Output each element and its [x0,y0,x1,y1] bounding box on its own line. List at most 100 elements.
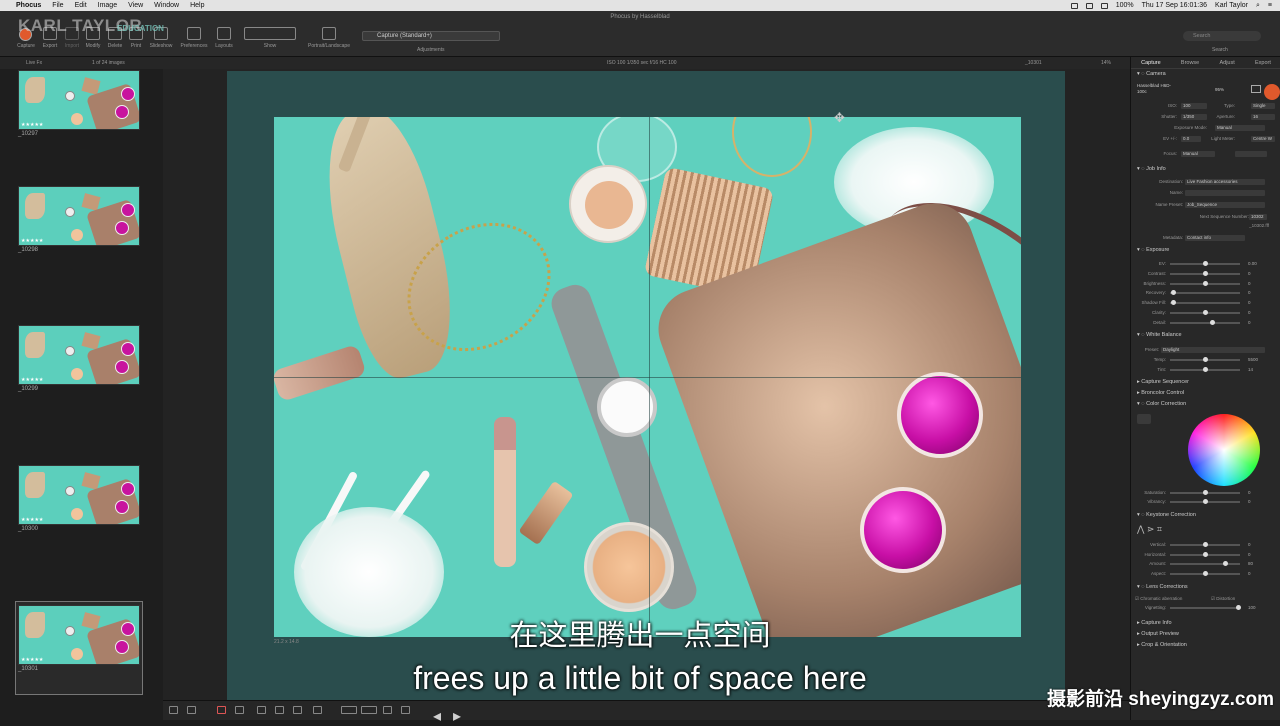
grid-icon[interactable] [383,706,392,714]
capture-shutter-button[interactable] [1264,84,1280,100]
slider-row[interactable]: Amount: 80 [1149,561,1260,567]
slider-value[interactable]: 0.00 [1248,261,1257,266]
focus-field[interactable]: Manual [1181,151,1215,157]
next-seq-field[interactable]: 10302 [1249,214,1267,220]
section-capture-sequencer[interactable]: ▸ Capture Sequencer [1137,379,1189,385]
user-name[interactable]: Karl Taylor [1215,2,1248,9]
hand-tool-icon[interactable] [293,706,302,714]
section-camera[interactable]: ▾ ◌ Camera [1137,71,1166,77]
crop-tool-icon[interactable] [217,706,226,714]
layout-icon[interactable] [169,706,178,714]
slider-track[interactable] [1170,302,1240,305]
slider-value[interactable]: 0 [1248,271,1251,276]
slider-knob[interactable] [1203,280,1208,286]
slider-row[interactable]: Temp: 5500 [1154,357,1260,363]
slider-row[interactable]: Vibrancy: 0 [1147,499,1260,505]
tab-adjust[interactable]: Adjust [1219,60,1234,66]
slider-track[interactable] [1170,292,1240,295]
section-exposure[interactable]: ▾ ◌ Exposure [1137,247,1169,253]
image-viewer[interactable]: 21.2 x 14.8 [163,69,1130,700]
slider-knob[interactable] [1203,357,1208,362]
single-view-icon[interactable] [187,706,196,714]
show-button[interactable]: Show [244,27,296,49]
slider-track[interactable] [1170,321,1240,324]
slider-row[interactable]: EV: 0.00 [1159,261,1260,267]
slider-row[interactable]: Tint: 14 [1157,367,1260,373]
distortion-checkbox[interactable]: ☑ Distortion [1211,596,1235,602]
lasso-icon[interactable] [275,706,284,714]
slider-row[interactable]: Vignetting: 100 [1145,605,1260,611]
light-meter-field[interactable]: Centre W [1251,136,1275,142]
clock[interactable]: Thu 17 Sep 16:01:36 [1142,2,1207,9]
volume-icon[interactable] [1100,2,1108,9]
compare-icon[interactable] [341,706,357,714]
slider-value[interactable]: 80 [1248,561,1253,566]
chromatic-checkbox[interactable]: ☑ Chromatic aberration [1135,596,1182,602]
histogram-icon[interactable] [401,706,410,714]
ev-field[interactable]: 0.0 [1181,136,1201,142]
thumbnail[interactable]: ★★★★★ [18,70,140,130]
section-color-correction[interactable]: ▾ ◌ Color Correction [1137,401,1186,407]
metadata-field[interactable]: Contact info [1185,235,1245,241]
slider-knob[interactable] [1209,319,1215,325]
wifi-icon[interactable] [1085,2,1093,9]
slider-knob[interactable] [1203,570,1208,576]
slider-value[interactable]: 0 [1248,300,1251,305]
menu-image[interactable]: Image [98,2,117,9]
notes-icon[interactable] [313,706,322,714]
live-fx-label[interactable]: Live Fx [26,60,42,66]
overlay-icon[interactable] [361,706,377,714]
slider-row[interactable]: Horizontal: 0 [1144,551,1260,558]
zoom-level[interactable]: 14% [1101,60,1111,66]
slider-value[interactable]: 0 [1248,499,1251,504]
slider-knob[interactable] [1203,551,1208,557]
slider-value[interactable]: 0 [1248,310,1251,315]
main-photo[interactable] [274,117,1021,637]
slider-row[interactable]: Clarity: 0 [1152,310,1260,316]
slider-knob[interactable] [1203,261,1208,266]
menu-view[interactable]: View [128,2,143,9]
color-picker-icon[interactable] [1137,414,1151,424]
slider-track[interactable] [1170,607,1240,609]
slider-value[interactable]: 0 [1248,281,1251,286]
slider-knob[interactable] [1171,300,1177,306]
slider-row[interactable]: Contrast: 0 [1148,270,1260,277]
keystone-tools-icon[interactable]: ⋀ ⋗ ⌗ [1137,524,1162,535]
slider-value[interactable]: 0 [1248,490,1251,495]
slider-track[interactable] [1170,563,1240,565]
slider-value[interactable]: 5500 [1248,357,1258,362]
menu-edit[interactable]: Edit [75,2,87,9]
slider-row[interactable]: Brightness: 0 [1143,280,1260,287]
tab-export[interactable]: Export [1255,60,1271,66]
exposure-mode-field[interactable]: Manual [1215,125,1265,131]
slider-row[interactable]: Detail: 0 [1153,319,1260,326]
preset-dropdown[interactable]: Capture (Standard+) [362,31,500,41]
slider-row[interactable]: Shadow Fill: 0 [1141,300,1260,306]
type-field[interactable]: Single [1251,103,1275,109]
name-preset-field[interactable]: Job_Sequence [1185,202,1265,208]
slider-value[interactable]: 0 [1248,320,1251,325]
spotlight-icon[interactable]: ⌕ [1256,2,1260,10]
previous-icon[interactable]: ◂ [433,706,442,725]
slider-knob[interactable] [1222,561,1228,566]
aperture-field[interactable]: 16 [1251,114,1275,120]
slider-value[interactable]: 14 [1248,367,1253,372]
menu-window[interactable]: Window [154,2,179,9]
slider-value[interactable]: 0 [1248,542,1251,547]
tab-browse[interactable]: Browse [1181,60,1199,66]
slider-row[interactable]: Recovery: 0 [1146,290,1260,296]
slider-value[interactable]: 0 [1248,552,1251,557]
slider-knob[interactable] [1203,367,1208,372]
section-keystone[interactable]: ▾ ◌ Keystone Correction [1137,512,1196,518]
slider-knob[interactable] [1203,270,1208,276]
name-field[interactable] [1185,190,1265,196]
thumbnail[interactable]: ★★★★★ [18,465,140,525]
menu-file[interactable]: File [52,2,63,9]
slider-row[interactable]: Aspect: 0 [1151,570,1260,577]
section-lens-corrections[interactable]: ▾ ◌ Lens Corrections [1137,584,1188,590]
slider-knob[interactable] [1203,499,1208,504]
iso-field[interactable]: 100 [1181,103,1207,109]
preferences-button[interactable]: Preferences [181,27,207,49]
slider-row[interactable]: Vertical: 0 [1150,542,1260,548]
slider-knob[interactable] [1203,310,1208,315]
